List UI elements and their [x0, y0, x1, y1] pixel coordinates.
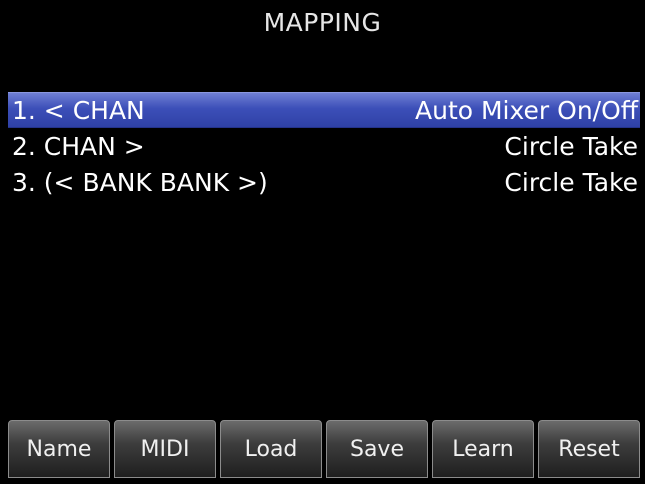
load-button[interactable]: Load — [220, 420, 322, 478]
mapping-row-3[interactable]: 3. (< BANK BANK >) Circle Take — [8, 164, 640, 200]
mapping-action-label: Auto Mixer On/Off — [415, 95, 638, 125]
mapping-list: 1. < CHAN Auto Mixer On/Off 2. CHAN > Ci… — [8, 92, 640, 200]
learn-button[interactable]: Learn — [432, 420, 534, 478]
device-screen: MAPPING 1. < CHAN Auto Mixer On/Off 2. C… — [0, 0, 645, 484]
mapping-row-1[interactable]: 1. < CHAN Auto Mixer On/Off — [8, 92, 640, 128]
mapping-action-label: Circle Take — [504, 131, 638, 161]
mapping-control-label: 2. CHAN > — [12, 131, 145, 161]
softkey-bar: Name MIDI Load Save Learn Reset — [8, 420, 640, 478]
mapping-row-2[interactable]: 2. CHAN > Circle Take — [8, 128, 640, 164]
page-title: MAPPING — [263, 8, 382, 37]
save-button[interactable]: Save — [326, 420, 428, 478]
reset-button[interactable]: Reset — [538, 420, 640, 478]
mapping-control-label: 3. (< BANK BANK >) — [12, 167, 268, 197]
mapping-action-label: Circle Take — [504, 167, 638, 197]
midi-button[interactable]: MIDI — [114, 420, 216, 478]
mapping-control-label: 1. < CHAN — [12, 95, 145, 125]
name-button[interactable]: Name — [8, 420, 110, 478]
